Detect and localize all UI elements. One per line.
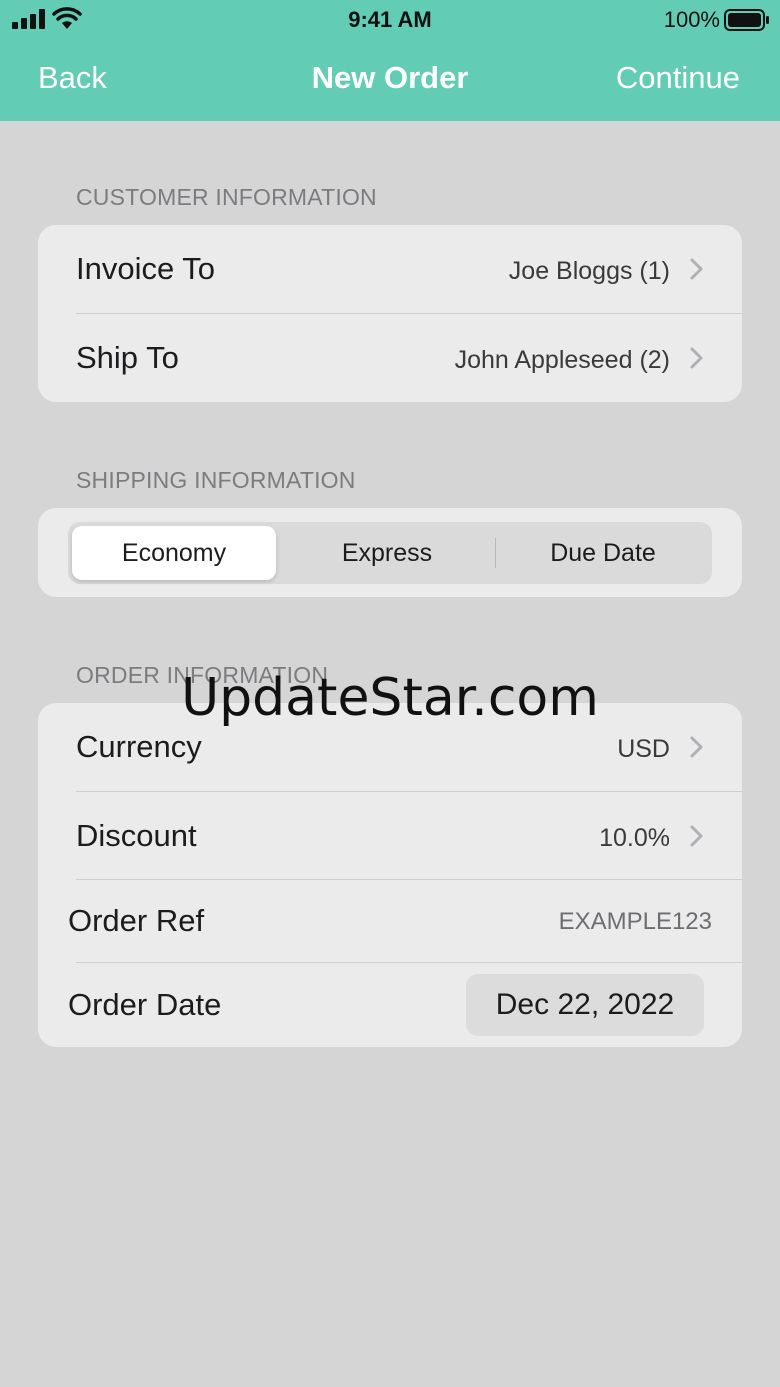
battery-icon xyxy=(724,9,769,31)
order-ref-label: Order Ref xyxy=(68,903,205,938)
status-bar: 9:41 AM 100% xyxy=(0,0,780,40)
order-group: Currency USD Discount 10.0% Order Ref EX… xyxy=(38,703,742,1047)
shipping-segmented-control: Economy Express Due Date xyxy=(68,522,712,584)
discount-row[interactable]: Discount 10.0% xyxy=(38,792,742,880)
discount-label: Discount xyxy=(76,818,197,853)
invoice-to-value: Joe Bloggs (1) xyxy=(508,257,670,285)
chevron-right-icon xyxy=(690,347,703,369)
currency-label: Currency xyxy=(76,729,202,764)
discount-value: 10.0% xyxy=(599,824,670,852)
invoice-to-row[interactable]: Invoice To Joe Bloggs (1) xyxy=(38,225,742,313)
continue-button[interactable]: Continue xyxy=(616,60,740,96)
ship-to-row[interactable]: Ship To John Appleseed (2) xyxy=(38,314,742,402)
segment-economy[interactable]: Economy xyxy=(72,526,276,580)
chevron-right-icon xyxy=(690,736,703,758)
currency-value: USD xyxy=(617,735,670,763)
shipping-group: Economy Express Due Date xyxy=(38,508,742,597)
chevron-right-icon xyxy=(690,258,703,280)
segment-divider xyxy=(495,538,496,568)
order-ref-field[interactable]: EXAMPLE123 xyxy=(559,908,712,936)
divider xyxy=(76,962,742,963)
ship-to-value: John Appleseed (2) xyxy=(454,346,670,374)
navigation-bar: 9:41 AM 100% Back New Order Continue xyxy=(0,0,780,121)
customer-section-header: CUSTOMER INFORMATION xyxy=(76,184,377,210)
segment-due-date[interactable]: Due Date xyxy=(498,526,708,580)
order-date-picker[interactable]: Dec 22, 2022 xyxy=(466,974,704,1036)
customer-group: Invoice To Joe Bloggs (1) Ship To John A… xyxy=(38,225,742,402)
chevron-right-icon xyxy=(690,825,703,847)
order-date-label: Order Date xyxy=(68,987,222,1022)
divider xyxy=(76,879,742,880)
currency-row[interactable]: Currency USD xyxy=(38,703,742,791)
segment-express[interactable]: Express xyxy=(282,526,492,580)
shipping-section-header: SHIPPING INFORMATION xyxy=(76,467,356,493)
ship-to-label: Ship To xyxy=(76,340,179,375)
battery-percent: 100% xyxy=(663,7,720,32)
invoice-to-label: Invoice To xyxy=(76,251,216,286)
order-section-header: ORDER INFORMATION xyxy=(76,662,329,688)
